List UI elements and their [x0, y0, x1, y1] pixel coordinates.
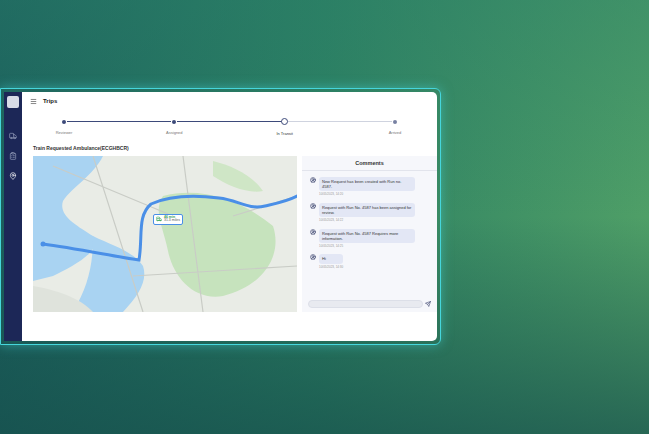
- truck-icon[interactable]: [9, 132, 17, 140]
- list-icon[interactable]: [9, 152, 17, 160]
- comment-bubble: Request with Run No. 4587 Requires more …: [319, 229, 415, 243]
- comment-time: 10/05/2023, 14:25: [319, 244, 415, 249]
- screenshot-card: Trips Reviewer Assigned In Transit ArrivedTr…: [0, 88, 441, 345]
- page: Trips Reviewer Assigned In Transit ArrivedTr…: [0, 0, 649, 434]
- map-pin-icon[interactable]: [9, 172, 17, 180]
- comment-bubble: New Request has been created with Run no…: [319, 177, 415, 191]
- step: Arrived: [365, 118, 425, 136]
- stepper: Reviewer Assigned In Transit Arrived: [22, 108, 437, 137]
- comments-title: Comments: [302, 156, 437, 171]
- comment-time: 10/05/2023, 14:20: [319, 192, 415, 197]
- avatar-icon: [310, 254, 316, 260]
- comment-time: 10/05/2023, 14:22: [319, 218, 415, 223]
- comment-bubble: Hi: [319, 254, 343, 263]
- step-dot: [172, 120, 176, 124]
- map-drawing: [33, 156, 297, 312]
- avatar-icon: [310, 229, 316, 235]
- comment-bubble: Request with Run No. 4587 has been assig…: [319, 203, 415, 217]
- step-line: [177, 121, 281, 122]
- map: 46 min31.3 miles: [33, 156, 297, 312]
- comment: Request with Run No. 4587 Requires more …: [310, 229, 429, 249]
- header: Trips: [22, 92, 437, 108]
- main: Trips Reviewer Assigned In Transit ArrivedTr…: [22, 92, 437, 341]
- comment: Request with Run No. 4587 has been assig…: [310, 203, 429, 223]
- menu-icon[interactable]: [30, 98, 37, 105]
- logo-icon: [7, 96, 19, 108]
- step-label: In Transit: [276, 131, 292, 137]
- sidebar: [4, 92, 22, 341]
- comment-input-row: [302, 300, 437, 312]
- map-marker[interactable]: 46 min31.3 miles: [153, 214, 183, 226]
- marker-distance: 31.3 miles: [164, 219, 180, 223]
- comments-list: New Request has been created with Run no…: [302, 171, 437, 300]
- app-window: Trips Reviewer Assigned In Transit ArrivedTr…: [4, 92, 437, 341]
- content: 46 min31.3 miles Comments New Request has …: [22, 156, 437, 342]
- step-dot: [62, 120, 66, 124]
- step-label: Assigned: [166, 130, 182, 136]
- comments-panel: Comments New Request has been created wit…: [302, 156, 437, 312]
- send-icon[interactable]: [425, 301, 431, 307]
- ambulance-icon: [156, 216, 162, 222]
- comment: New Request has been created with Run no…: [310, 177, 429, 197]
- step-label: Arrived: [389, 130, 402, 136]
- comment-input[interactable]: [308, 300, 423, 308]
- step-label: Reviewer: [56, 130, 73, 136]
- avatar-icon: [310, 203, 316, 209]
- step-line: [67, 121, 171, 122]
- trip-title: Train Requested Ambulance(ECGHBCR): [22, 137, 437, 156]
- avatar-icon: [310, 177, 316, 183]
- step-line: [288, 121, 392, 122]
- comment-time: 10/05/2023, 14:30: [319, 265, 343, 270]
- step-dot: [393, 120, 397, 124]
- page-title: Trips: [43, 97, 57, 106]
- comment: Hi 10/05/2023, 14:30: [310, 254, 429, 269]
